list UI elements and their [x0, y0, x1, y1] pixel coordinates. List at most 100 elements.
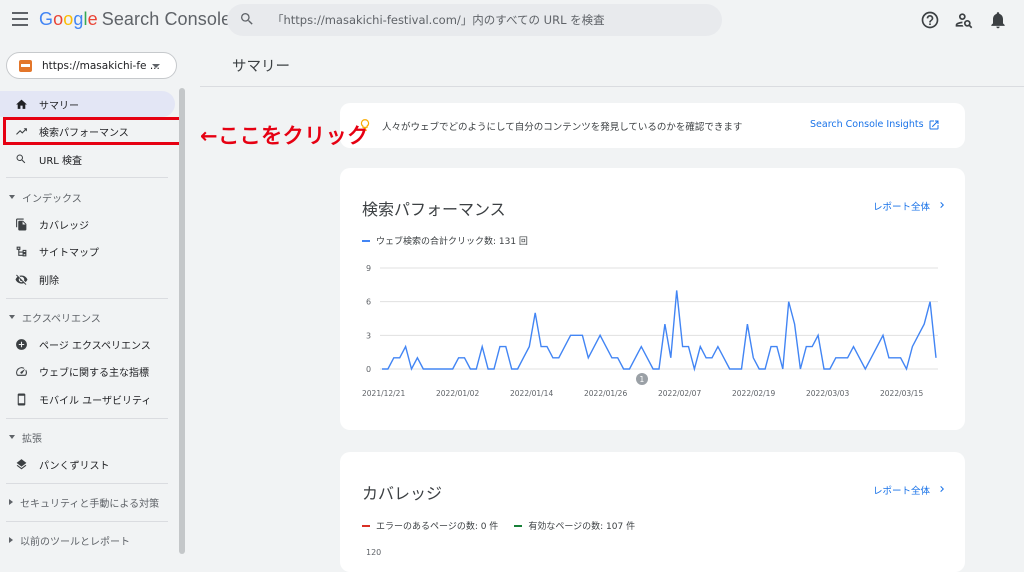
x-tick-label: 2022/03/03	[806, 389, 849, 398]
sidebar-item-label: ページ エクスペリエンス	[39, 340, 151, 352]
sidebar-item-mobile-usability[interactable]: モバイル ユーザビリティ	[0, 386, 176, 412]
file-copy-icon	[14, 217, 28, 231]
section-index[interactable]: インデックス	[0, 186, 176, 208]
divider	[6, 521, 168, 522]
event-marker-label: 1	[640, 375, 645, 384]
legend-swatch-error	[362, 524, 370, 527]
performance-legend: ウェブ検索の合計クリック数: 131 回	[362, 234, 528, 247]
property-url: https://masakichi-fe ...	[42, 60, 160, 72]
open-in-new-icon[interactable]	[928, 119, 940, 131]
y-tick-label: 0	[366, 365, 371, 374]
performance-title: 検索パフォーマンス	[362, 200, 506, 219]
sidebar-item-summary[interactable]: サマリー	[0, 91, 175, 117]
smartphone-icon	[14, 392, 28, 406]
top-bar: Google Search Console	[0, 0, 1024, 42]
section-legacy-tools[interactable]: 以前のツールとレポート	[0, 529, 176, 551]
expand-arrow-icon	[9, 435, 15, 439]
sidebar-item-core-web-vitals[interactable]: ウェブに関する主な指標	[0, 358, 176, 384]
trending-up-icon	[14, 124, 28, 138]
notifications-icon[interactable]	[988, 10, 1008, 30]
clicks-series-line	[382, 290, 937, 372]
sidebar-item-breadcrumbs[interactable]: パンくずリスト	[0, 451, 176, 477]
sidebar-item-search-performance[interactable]: 検索パフォーマンス	[3, 117, 182, 145]
search-icon[interactable]	[239, 11, 255, 27]
x-tick-label: 2021/12/21	[362, 389, 405, 398]
sidebar-item-sitemaps[interactable]: サイトマップ	[0, 238, 176, 264]
coverage-report-link[interactable]: レポート全体	[873, 483, 930, 497]
search-input[interactable]	[272, 10, 712, 30]
sidebar-scrollbar[interactable]	[179, 88, 185, 554]
section-security[interactable]: セキュリティと手動による対策	[0, 491, 176, 513]
sidebar-item-label: カバレッジ	[39, 220, 89, 232]
section-title: セキュリティと手動による対策	[20, 498, 160, 510]
divider	[6, 177, 168, 178]
speed-gauge-icon	[14, 364, 28, 378]
divider	[6, 483, 168, 484]
sidebar-item-removals[interactable]: 削除	[0, 266, 176, 292]
page-title: サマリー	[232, 59, 290, 75]
expand-arrow-icon	[9, 315, 15, 319]
sidebar-item-page-experience[interactable]: ページ エクスペリエンス	[0, 331, 176, 357]
layers-icon	[14, 457, 28, 471]
sidebar-item-label: URL 検査	[39, 155, 83, 167]
performance-card: 検索パフォーマンス レポート全体 ウェブ検索の合計クリック数: 131 回 0 3…	[340, 168, 965, 430]
sidebar: https://masakichi-fe ... サマリー 検索パフォーマンス …	[0, 42, 188, 557]
click-here-annotation: ←ここをクリック	[200, 124, 369, 148]
sidebar-item-label: パンくずリスト	[39, 460, 110, 472]
sidebar-item-label: 削除	[39, 275, 59, 287]
product-name: Search Console	[101, 9, 232, 29]
divider	[6, 418, 168, 419]
sidebar-item-label: サイトマップ	[39, 247, 99, 259]
chevron-down-icon	[152, 64, 160, 68]
legend-swatch-valid	[514, 524, 523, 527]
coverage-card: カバレッジ レポート全体 エラーのあるページの数: 0 件 有効なページの数: …	[340, 452, 965, 572]
app-logo[interactable]: Google Search Console	[39, 9, 231, 30]
add-circle-icon	[14, 337, 28, 351]
divider	[200, 86, 1024, 87]
y-tick-label: 6	[366, 298, 371, 307]
x-tick-label: 2022/03/15	[880, 389, 923, 398]
manage-accounts-icon[interactable]	[954, 10, 974, 30]
y-tick-label: 9	[366, 264, 371, 273]
menu-icon[interactable]	[12, 12, 28, 26]
section-title: エクスペリエンス	[22, 313, 101, 325]
help-icon[interactable]	[920, 10, 940, 30]
sitemap-icon	[14, 244, 28, 258]
google-wordmark: Google	[39, 9, 98, 29]
collapse-arrow-icon	[9, 537, 13, 543]
property-selector[interactable]: https://masakichi-fe ...	[6, 52, 177, 79]
section-title: 拡張	[22, 433, 42, 445]
performance-report-link[interactable]: レポート全体	[873, 199, 930, 213]
chevron-right-icon[interactable]	[936, 199, 948, 211]
x-tick-label: 2022/02/19	[732, 389, 775, 398]
insights-link[interactable]: Search Console Insights	[810, 119, 924, 130]
y-tick-label: 3	[366, 331, 371, 340]
sidebar-item-label: モバイル ユーザビリティ	[39, 395, 152, 407]
insights-banner: 人々がウェブでどのようにして自分のコンテンツを発見しているのかを確認できます S…	[340, 103, 965, 148]
legend-label-error: エラーのあるページの数: 0 件	[376, 522, 499, 532]
section-experience[interactable]: エクスペリエンス	[0, 306, 176, 328]
search-icon	[14, 152, 28, 166]
x-tick-label: 2022/01/14	[510, 389, 553, 398]
chevron-right-icon[interactable]	[936, 483, 948, 495]
home-icon	[14, 97, 28, 111]
collapse-arrow-icon	[9, 499, 13, 505]
url-inspect-search	[227, 4, 722, 36]
insights-message: 人々がウェブでどのようにして自分のコンテンツを発見しているのかを確認できます	[382, 122, 743, 133]
x-tick-label: 2022/01/26	[584, 389, 627, 398]
section-title: インデックス	[22, 193, 82, 205]
sidebar-item-label: サマリー	[39, 100, 79, 112]
sidebar-item-label: 検索パフォーマンス	[39, 127, 129, 139]
legend-label-valid: 有効なページの数: 107 件	[528, 522, 636, 532]
x-tick-label: 2022/01/02	[436, 389, 479, 398]
clicks-line-chart: 0 3 6 9 2021/12/21 2022/01/02 2022/01/14 2022/0…	[362, 264, 938, 398]
sidebar-item-coverage[interactable]: カバレッジ	[0, 211, 176, 237]
legend-swatch	[362, 239, 370, 242]
sidebar-item-label: ウェブに関する主な指標	[39, 367, 149, 379]
section-enhancements[interactable]: 拡張	[0, 426, 176, 448]
legend-label: ウェブ検索の合計クリック数: 131 回	[376, 237, 528, 247]
divider	[6, 298, 168, 299]
coverage-title: カバレッジ	[362, 484, 443, 503]
section-title: 以前のツールとレポート	[20, 536, 130, 548]
sidebar-item-url-inspection[interactable]: URL 検査	[0, 146, 176, 172]
